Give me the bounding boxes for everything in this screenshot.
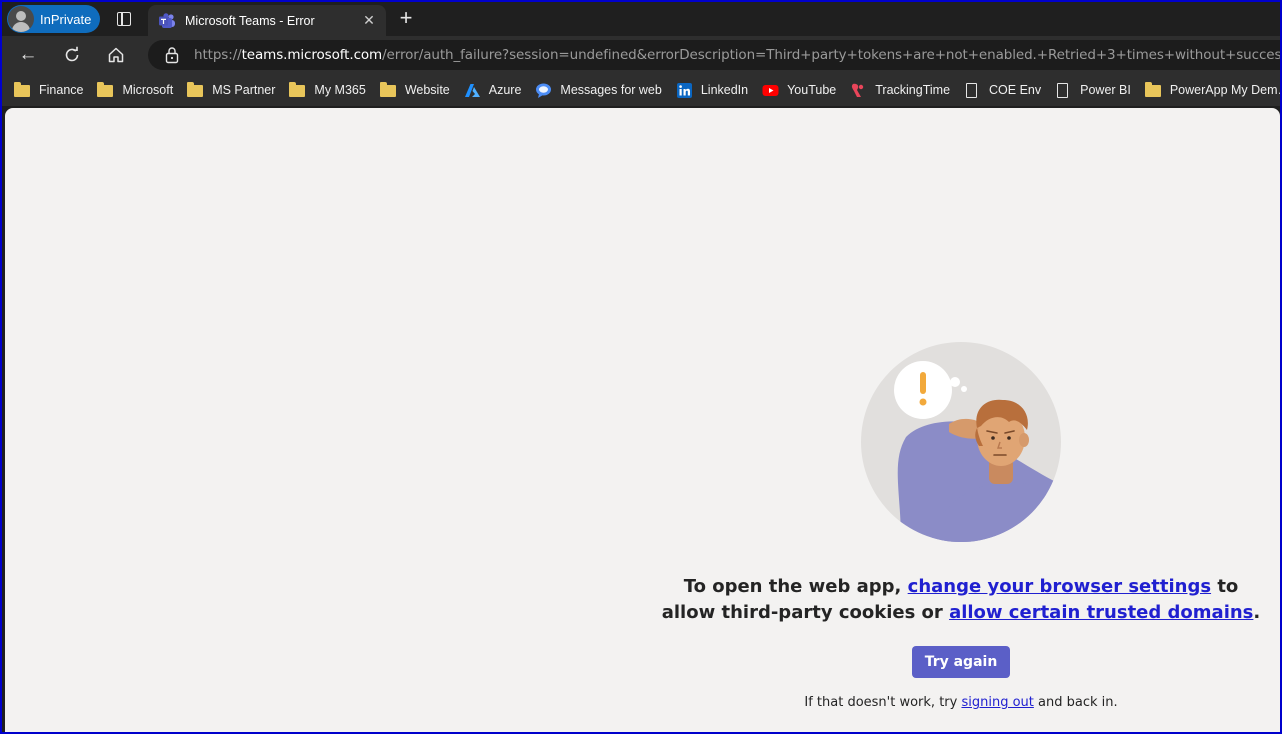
bookmark-label: YouTube xyxy=(787,83,837,97)
back-arrow-icon: ← xyxy=(18,44,38,65)
bookmarks-bar: Finance Microsoft MS Partner My M365 Web… xyxy=(2,74,1280,106)
bookmark-label: PowerApp My Dem… xyxy=(1169,83,1280,97)
bookmark-item[interactable]: LinkedIn xyxy=(672,78,752,102)
lock-icon xyxy=(164,46,180,64)
try-again-button[interactable]: Try again xyxy=(912,646,1010,678)
folder-icon xyxy=(379,81,397,98)
document-icon xyxy=(1055,82,1072,98)
avatar-icon xyxy=(8,6,34,32)
bookmark-item[interactable]: Messages for web xyxy=(531,78,665,102)
error-message: To open the web app, change your browser… xyxy=(661,576,1261,623)
tab-close-icon[interactable]: ✕ xyxy=(360,12,378,29)
navigation-toolbar: ← https://teams.microsoft.com/error/auth… xyxy=(2,36,1280,74)
exclamation-icon xyxy=(919,372,927,406)
bookmark-item[interactable]: YouTube xyxy=(758,78,840,102)
signout-hint: If that doesn't work, try signing out an… xyxy=(804,695,1118,710)
bookmark-item[interactable]: Finance xyxy=(10,78,87,102)
browser-tab[interactable]: Microsoft Teams - Error ✕ xyxy=(148,5,386,36)
error-illustration xyxy=(861,342,1061,542)
folder-icon xyxy=(289,81,306,98)
bookmark-label: My M365 xyxy=(314,83,366,97)
messages-icon xyxy=(535,83,552,98)
browser-settings-link[interactable]: change your browser settings xyxy=(908,576,1211,597)
bookmark-label: Azure xyxy=(488,83,522,97)
bookmark-item[interactable]: MS Partner xyxy=(183,78,279,102)
plus-icon: + xyxy=(399,5,413,30)
bookmark-label: Microsoft xyxy=(122,83,174,97)
bookmark-item[interactable]: COE Env xyxy=(960,78,1045,102)
address-url: https://teams.microsoft.com/error/auth_f… xyxy=(194,47,1282,63)
bookmark-label: LinkedIn xyxy=(700,83,749,97)
bookmark-label: Finance xyxy=(39,83,84,97)
youtube-icon xyxy=(762,83,779,98)
folder-icon xyxy=(1144,81,1162,98)
bookmark-item[interactable]: TrackingTime xyxy=(846,78,954,102)
document-icon xyxy=(964,82,981,98)
trusted-domains-link[interactable]: allow certain trusted domains xyxy=(949,602,1253,623)
browser-window: InPrivate Microsoft Teams - Error ✕ + ← … xyxy=(0,0,1282,734)
bookmark-item[interactable]: PowerApp My Dem… xyxy=(1141,78,1280,102)
folder-icon xyxy=(14,81,31,98)
inprivate-label: InPrivate xyxy=(40,11,92,27)
back-button[interactable]: ← xyxy=(15,42,41,68)
bookmark-item[interactable]: Microsoft xyxy=(93,78,177,102)
new-tab-button[interactable]: + xyxy=(394,7,418,31)
refresh-button[interactable] xyxy=(59,42,85,68)
bookmark-label: Website xyxy=(404,83,450,97)
folder-icon xyxy=(187,81,204,98)
tab-actions-button[interactable] xyxy=(114,10,134,28)
bookmark-item[interactable]: Power BI xyxy=(1051,78,1135,102)
trackingtime-icon xyxy=(850,83,867,98)
bookmark-item[interactable]: Website xyxy=(376,78,454,102)
url-scheme: https:// xyxy=(194,47,242,63)
linkedin-icon xyxy=(676,82,693,98)
refresh-icon xyxy=(65,46,79,62)
home-button[interactable] xyxy=(103,42,129,68)
inprivate-badge[interactable]: InPrivate xyxy=(7,5,100,33)
url-host: teams.microsoft.com xyxy=(241,47,383,63)
page-content: To open the web app, change your browser… xyxy=(5,108,1280,732)
tab-strip: InPrivate Microsoft Teams - Error ✕ + xyxy=(2,2,1280,36)
url-path: /error/auth_failure?session=undefined&er… xyxy=(382,47,1282,63)
signing-out-link[interactable]: signing out xyxy=(961,695,1033,710)
bookmark-label: Power BI xyxy=(1080,83,1131,97)
teams-logo-icon xyxy=(158,12,176,30)
home-icon xyxy=(108,47,124,63)
bookmark-label: MS Partner xyxy=(212,83,276,97)
bookmark-label: COE Env xyxy=(989,83,1042,97)
bookmark-label: Messages for web xyxy=(560,83,662,97)
address-bar[interactable]: https://teams.microsoft.com/error/auth_f… xyxy=(148,40,1282,70)
bookmark-item[interactable]: My M365 xyxy=(285,78,369,102)
folder-icon xyxy=(97,81,114,98)
bookmark-label: TrackingTime xyxy=(875,83,951,97)
tab-title: Microsoft Teams - Error xyxy=(185,13,315,28)
bookmark-item[interactable]: Azure xyxy=(460,78,526,102)
azure-icon xyxy=(464,83,481,98)
